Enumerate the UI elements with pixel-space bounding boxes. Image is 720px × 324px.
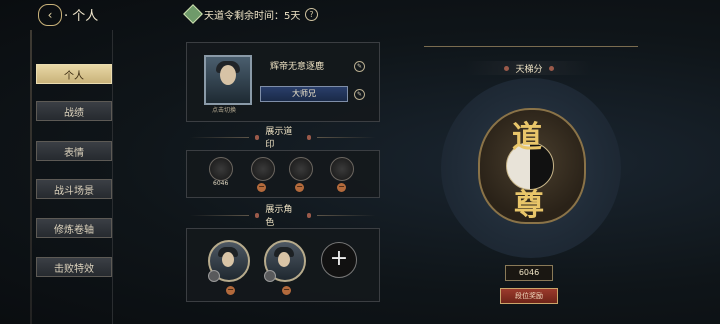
player-name: 辉帝无意逐鹿 [270,62,325,72]
season-remaining-text: 天道令剩余时间：5天 [204,11,301,22]
rank-top-rule [424,46,638,47]
rank-score: 6046 [505,265,553,281]
seals-header-label: 展示道印 [265,127,293,150]
remove-seal-2-button[interactable]: − [257,183,266,192]
back-button[interactable]: ‹ [38,4,62,26]
sidebar-item-emote[interactable]: 表情 [36,141,112,161]
ornament-dot-icon [504,65,510,71]
switch-avatar-hint: 点击切换 [212,107,237,114]
sidebar-item-profile[interactable]: 个人 [36,64,112,84]
back-arrow-icon: ‹ [47,8,53,22]
help-icon[interactable]: ? [305,8,318,21]
ornament-dot-icon [254,134,260,140]
edit-name-icon[interactable]: ✎ [354,61,365,72]
seal-slot-1[interactable] [209,157,233,181]
seal-value: 6046 [213,180,229,187]
remove-character-2-button[interactable]: − [282,286,291,295]
character-level-icon [208,270,220,282]
rank-header: 天梯分 [466,61,592,75]
sidebar-item-record[interactable]: 战绩 [36,101,112,121]
rank-header-label: 天梯分 [515,64,543,75]
rank-reward-button[interactable]: 段位奖励 [500,288,558,304]
character-level-icon [264,270,276,282]
seal-slot-2[interactable] [251,157,275,181]
seal-slot-3[interactable] [289,157,313,181]
ornament-dot-icon [306,212,312,218]
remove-seal-4-button[interactable]: − [337,183,346,192]
top-bar: ‹ · 个人 天道令剩余时间：5天 ? [0,0,720,30]
sidebar-divider [112,30,113,324]
add-character-button[interactable]: + [321,242,357,278]
sidebar-item-defeat-effect[interactable]: 击败特效 [36,257,112,277]
ornament-dot-icon [306,134,312,140]
rank-char-top: 道 [512,120,542,155]
remove-character-1-button[interactable]: − [226,286,235,295]
sidebar-item-battle-scene[interactable]: 战斗场景 [36,179,112,199]
page-title: · 个人 [64,9,99,24]
ornament-dot-icon [254,212,260,218]
remove-seal-3-button[interactable]: − [295,183,304,192]
season-token-icon [183,4,203,24]
rank-char-bottom: 尊 [514,188,544,223]
ornament-dot-icon [548,65,554,71]
characters-header-label: 展示角色 [265,205,293,228]
sidebar-rail [30,30,32,324]
seal-slot-4[interactable] [330,157,354,181]
avatar-face [220,65,236,85]
avatar[interactable] [204,55,252,105]
title-plate[interactable]: 大师兄 [260,86,348,102]
seals-header: 展示道印 [190,127,376,150]
edit-title-icon[interactable]: ✎ [354,89,365,100]
sidebar-item-scroll[interactable]: 修炼卷轴 [36,218,112,238]
characters-header: 展示角色 [190,205,376,228]
